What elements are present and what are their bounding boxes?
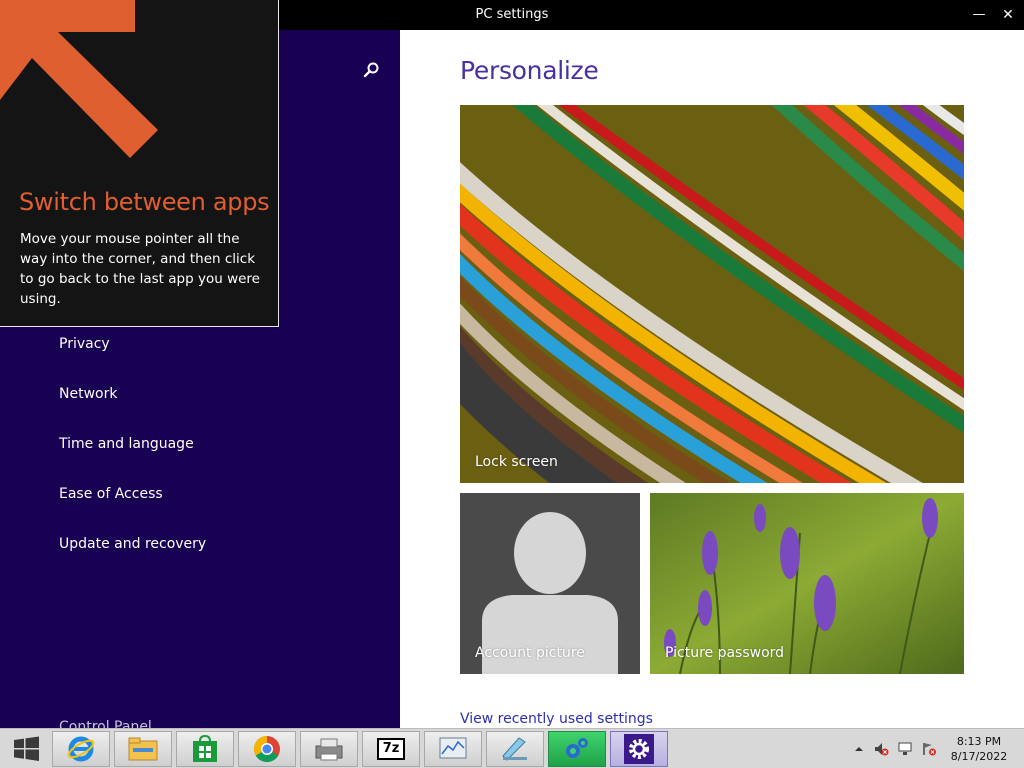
- taskbar-control-panel[interactable]: [548, 731, 606, 767]
- page-title: Personalize: [460, 56, 599, 85]
- file-explorer-icon: [128, 737, 158, 761]
- taskbar-printer[interactable]: [300, 731, 358, 767]
- performance-monitor-icon: [439, 737, 467, 759]
- control-panel-gears-icon: [566, 738, 588, 758]
- nav-item-update-and-recovery[interactable]: Update and recovery: [59, 536, 206, 552]
- picture-password-tile[interactable]: Picture password: [650, 493, 964, 674]
- close-button[interactable]: ✕: [997, 4, 1019, 26]
- taskbar-notepad[interactable]: [486, 731, 544, 767]
- nav-item-privacy[interactable]: Privacy: [59, 336, 110, 352]
- minimize-button[interactable]: —: [968, 4, 990, 26]
- start-button[interactable]: [4, 733, 48, 765]
- clock-date: 8/17/2022: [950, 750, 1008, 763]
- taskbar-store[interactable]: [176, 731, 234, 767]
- view-recent-settings-link[interactable]: View recently used settings: [460, 711, 653, 727]
- arrow-up-left-icon: [0, 0, 158, 158]
- taskbar-internet-explorer[interactable]: [52, 731, 110, 767]
- pc-settings-gear-icon: [624, 734, 654, 764]
- lock-screen-image: [460, 105, 964, 483]
- taskbar-pc-settings[interactable]: [610, 731, 668, 767]
- volume-muted-icon[interactable]: [873, 741, 889, 757]
- action-center-alert-icon[interactable]: [921, 741, 937, 757]
- notepad-icon: [502, 737, 527, 761]
- account-picture-tile[interactable]: Account picture: [460, 493, 640, 674]
- lock-screen-tile[interactable]: Lock screen: [460, 105, 964, 483]
- account-picture-label: Account picture: [475, 645, 585, 661]
- tip-body: Move your mouse pointer all the way into…: [20, 231, 260, 307]
- network-icon[interactable]: [897, 741, 913, 757]
- system-clock[interactable]: 8:13 PM 8/17/2022: [944, 734, 1014, 764]
- taskbar-file-explorer[interactable]: [114, 731, 172, 767]
- switch-apps-tip: Switch between apps Move your mouse poin…: [0, 0, 279, 327]
- chrome-icon: [253, 735, 280, 763]
- internet-explorer-icon: [67, 736, 95, 762]
- nav-item-ease-of-access[interactable]: Ease of Access: [59, 486, 163, 502]
- lock-screen-label: Lock screen: [475, 454, 558, 470]
- taskbar-chrome[interactable]: [238, 731, 296, 767]
- taskbar-performance-monitor[interactable]: [424, 731, 482, 767]
- 7zip-icon: 7z: [377, 738, 405, 760]
- clock-time: 8:13 PM: [956, 735, 1002, 748]
- tip-title: Switch between apps: [19, 188, 270, 216]
- printer-scanner-icon: [315, 738, 343, 761]
- search-icon[interactable]: [358, 58, 384, 84]
- windows-logo-icon: [14, 736, 39, 761]
- picture-password-label: Picture password: [665, 645, 785, 661]
- nav-item-network[interactable]: Network: [59, 386, 117, 402]
- personalize-content: Personalize Lock screen Account picture …: [400, 30, 1024, 728]
- store-icon: [193, 735, 217, 762]
- nav-item-time-and-language[interactable]: Time and language: [59, 436, 194, 452]
- taskbar: 7z 8:13 PM 8/17/2022: [0, 728, 1024, 768]
- taskbar-7zip[interactable]: 7z: [362, 731, 420, 767]
- show-hidden-icons-button[interactable]: [851, 741, 867, 757]
